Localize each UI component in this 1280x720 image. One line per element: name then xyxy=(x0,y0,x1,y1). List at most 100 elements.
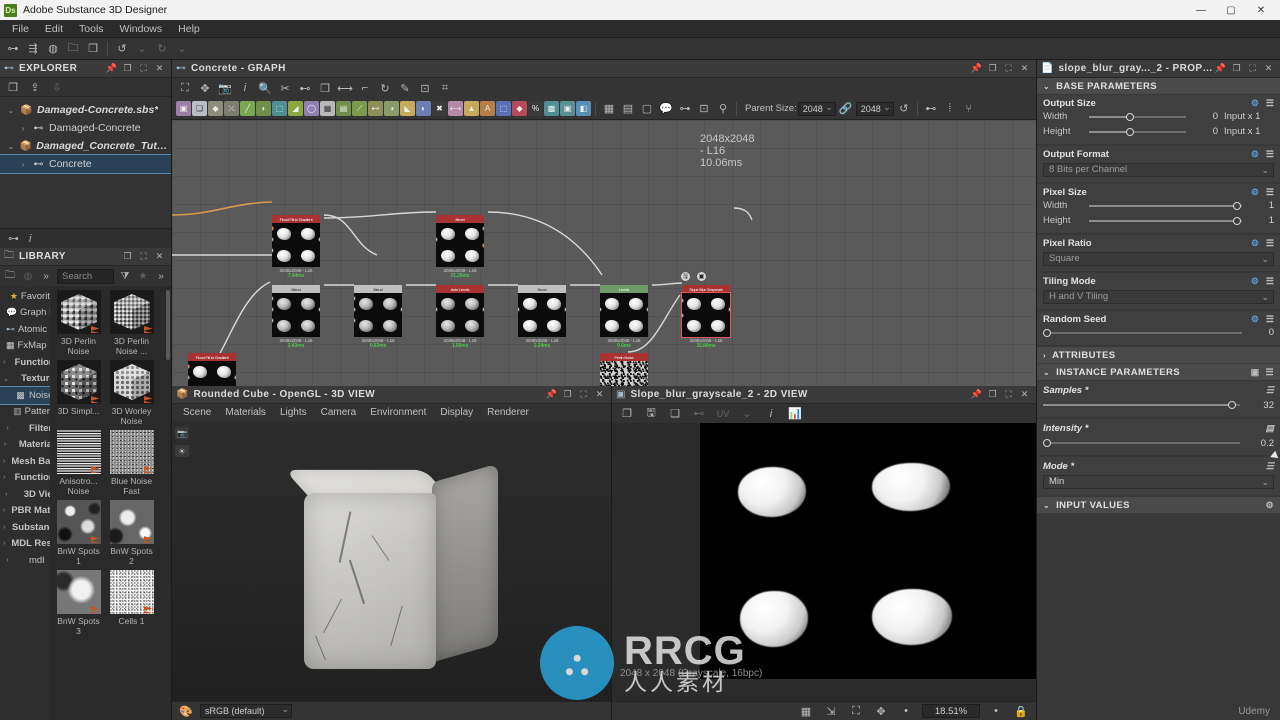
frame-all-icon[interactable]: ⛶ xyxy=(176,79,194,97)
graph-node-auto-levels[interactable]: Auto Levels 2048x2048 - L16 1.56ms xyxy=(436,285,484,349)
node-output-port[interactable] xyxy=(646,307,648,312)
node-input-port[interactable] xyxy=(272,237,274,242)
distribute-icon[interactable]: ⦙ xyxy=(941,100,959,118)
chevron-right-icon[interactable]: › xyxy=(3,507,5,514)
histogram-icon[interactable]: 📊 xyxy=(786,405,804,423)
node-palette-text-icon[interactable]: A xyxy=(480,101,495,116)
pixel-ratio-select[interactable]: Square ⌄ xyxy=(1043,252,1274,266)
float-icon[interactable]: ❐ xyxy=(562,389,573,400)
grid-icon[interactable]: ⌗ xyxy=(436,79,454,97)
node-input-port[interactable] xyxy=(188,364,190,369)
search-input[interactable]: Search xyxy=(57,268,114,284)
center-icon[interactable]: ✥ xyxy=(196,79,214,97)
slider-knob[interactable] xyxy=(1125,127,1134,136)
colorspace-icon[interactable]: 🎨 xyxy=(177,702,195,720)
undo-dropdown-icon[interactable]: ⌄ xyxy=(133,40,151,58)
intensity-slider[interactable] xyxy=(1043,437,1240,449)
node-palette-warp-icon[interactable]: ◣ xyxy=(400,101,415,116)
view3d-menu-renderer[interactable]: Renderer xyxy=(480,404,536,421)
slider-knob[interactable] xyxy=(1228,401,1237,409)
tree-item-graph-concrete[interactable]: › ⊷ Concrete xyxy=(0,154,171,174)
chevron-down-icon[interactable]: ⌄ xyxy=(1043,501,1050,510)
info-tab-icon[interactable]: i xyxy=(29,233,31,245)
explorer-tab-icon[interactable]: ⊶ xyxy=(8,232,19,245)
view3d-menu-camera[interactable]: Camera xyxy=(314,404,364,421)
reset-icon[interactable]: ↺ xyxy=(895,100,913,118)
comment-icon[interactable]: 💬 xyxy=(657,100,675,118)
expose-parameter-icon[interactable]: ⚙ xyxy=(1251,314,1259,325)
section-input-values[interactable]: ⌄ INPUT VALUES ⚙ xyxy=(1037,497,1280,513)
refresh-icon[interactable]: ↻ xyxy=(376,79,394,97)
parameter-menu-icon[interactable]: ☰ xyxy=(1266,367,1274,378)
info-icon[interactable]: i xyxy=(236,79,254,97)
grid-icon[interactable]: ▦ xyxy=(797,702,815,720)
library-item[interactable]: 3D Perlin Noise xyxy=(56,290,101,356)
undo-icon[interactable]: ↺ xyxy=(113,40,131,58)
chevron-right-icon[interactable]: › xyxy=(3,425,12,432)
pan-icon[interactable]: ✥ xyxy=(872,702,890,720)
node-input-port[interactable] xyxy=(518,307,520,312)
chevron-right-icon[interactable]: › xyxy=(3,359,6,366)
import-icon[interactable]: ⇩ xyxy=(48,78,66,96)
node-palette-comment-icon[interactable]: ◆ xyxy=(512,101,527,116)
graph-node-bevel-1[interactable]: Bevel 2048x2048 - L16 21.25ms xyxy=(436,215,484,279)
thumbnails-icon[interactable]: ▦ xyxy=(600,100,618,118)
close-icon[interactable]: ✕ xyxy=(1263,63,1274,74)
reroute-icon[interactable]: ⌐ xyxy=(356,79,374,97)
node-palette-output-icon[interactable]: ▲ xyxy=(464,101,479,116)
open-folder-icon[interactable]: 🗀 xyxy=(64,40,82,58)
view3d-menu-lights[interactable]: Lights xyxy=(273,404,314,421)
node-palette-blend-icon[interactable]: ❏ xyxy=(192,101,207,116)
node-output-port[interactable] xyxy=(482,226,484,231)
samples-slider[interactable] xyxy=(1043,399,1240,411)
node-palette-dirmotionblur-icon[interactable]: ◗ xyxy=(256,101,271,116)
zoom-level-input[interactable]: 18.51% xyxy=(922,704,980,718)
search-icon[interactable]: 🔍 xyxy=(256,79,274,97)
info-icon[interactable]: i xyxy=(762,405,780,423)
chevron-down-icon[interactable]: ⌄ xyxy=(3,375,9,383)
library-item[interactable]: 3D Perlin Noise ... xyxy=(109,290,154,356)
tiling-mode-select[interactable]: H and V Tiling ⌄ xyxy=(1043,290,1274,304)
chevron-right-icon[interactable]: › xyxy=(1043,351,1046,360)
anchor-icon[interactable]: ⚲ xyxy=(714,100,732,118)
close-icon[interactable]: ✕ xyxy=(594,389,605,400)
node-output-port[interactable] xyxy=(646,375,648,380)
node-palette-distance-icon[interactable]: ⬚ xyxy=(272,101,287,116)
node-palette-blur-icon[interactable]: ◆ xyxy=(208,101,223,116)
paste-icon[interactable]: ❏ xyxy=(666,405,684,423)
library-item[interactable]: BnW Spots 1 xyxy=(56,500,101,566)
tree-item-graph-damaged-concrete[interactable]: › ⊷ Damaged-Concrete xyxy=(0,119,171,137)
float-icon[interactable]: ❐ xyxy=(987,389,998,400)
parameter-menu-icon[interactable]: ☰ xyxy=(1266,385,1274,396)
node-input-port[interactable] xyxy=(600,307,602,312)
channels-icon[interactable]: ⊷ xyxy=(690,405,708,423)
node-output-port[interactable] xyxy=(482,307,484,312)
node-input-port[interactable] xyxy=(188,375,190,380)
node-palette-transform-icon[interactable]: ⊷ xyxy=(368,101,383,116)
link-icon[interactable]: ⟷ xyxy=(336,79,354,97)
chevron-right-icon[interactable]: › xyxy=(3,557,12,564)
graph-canvas[interactable]: Flood Fill to Gradient 2048x2048 - L16 7… xyxy=(172,120,1036,386)
node-palette-normal-icon[interactable]: ⟋ xyxy=(352,101,367,116)
parameter-menu-icon[interactable]: ☰ xyxy=(1266,187,1274,198)
tiling-icon[interactable]: ⇲ xyxy=(822,702,840,720)
section-base-parameters[interactable]: ⌄ BASE PARAMETERS xyxy=(1037,78,1280,94)
frames-icon[interactable]: ▢ xyxy=(638,100,656,118)
node-input-port[interactable] xyxy=(272,296,274,301)
slider-knob[interactable] xyxy=(1232,201,1241,210)
parameter-menu-icon[interactable]: ☰ xyxy=(1266,276,1274,287)
node-input-port[interactable] xyxy=(354,318,356,323)
library-item[interactable]: 3D Simpl... xyxy=(56,360,101,426)
node-output-port[interactable] xyxy=(234,375,236,380)
node-input-port[interactable] xyxy=(436,237,438,242)
lock-icon[interactable]: 🔒 xyxy=(1012,702,1030,720)
node-palette-svg-icon[interactable]: ◧ xyxy=(576,101,591,116)
node-palette-curve-icon[interactable]: ╱ xyxy=(240,101,255,116)
maximize-icon[interactable]: ⛶ xyxy=(1003,389,1014,400)
pin-icon[interactable]: 📌 xyxy=(1215,63,1226,74)
node-palette-input-icon[interactable]: ⟷ xyxy=(448,101,463,116)
chevron-down-icon[interactable]: ⌄ xyxy=(6,142,16,151)
save-icon[interactable]: 🖫 xyxy=(642,405,660,423)
graph-node-blend-1[interactable]: Blend 2048x2048 - L16 2.43ms xyxy=(272,285,320,349)
graph-node-levels[interactable]: Levels 2048x2048 - L16 0.6ms xyxy=(600,285,648,349)
